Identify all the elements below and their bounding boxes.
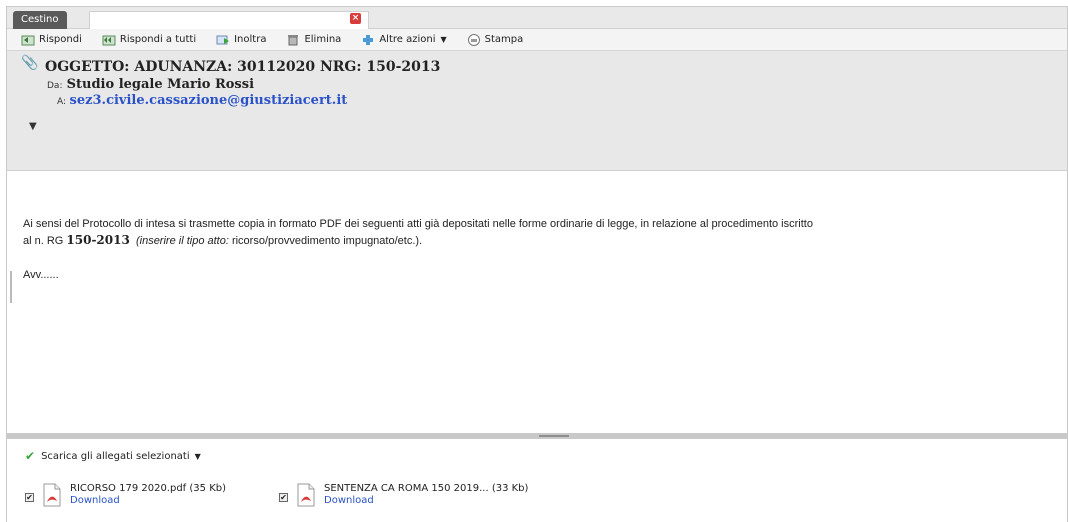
forward-label: Inoltra (234, 34, 267, 45)
body-prefix: al n. RG (23, 235, 67, 247)
message-header: 📎 OGGETTO: ADUNANZA: 30112020 NRG: 150-2… (7, 51, 1067, 171)
tab-bar: Cestino × (7, 7, 1067, 29)
checkmark-icon: ✔ (25, 449, 36, 463)
reply-all-button[interactable]: Rispondi a tutti (102, 31, 196, 49)
to-line: A: sez3.civile.cassazione@giustiziacert.… (57, 93, 347, 108)
delete-button[interactable]: Elimina (286, 31, 341, 49)
attachment-download-link[interactable]: Download (70, 495, 226, 507)
reply-all-icon (102, 35, 116, 45)
forward-button[interactable]: Inoltra (216, 31, 266, 49)
print-button[interactable]: Stampa (467, 31, 524, 49)
paperclip-icon: 📎 (21, 55, 39, 71)
tab-message[interactable] (89, 11, 369, 29)
rg-number: 150-2013 (66, 233, 130, 247)
close-icon[interactable]: × (350, 13, 361, 24)
printer-icon (467, 33, 480, 46)
more-actions-button[interactable]: Altre azioni ▼ (361, 31, 447, 49)
reply-icon (21, 35, 35, 45)
signature: Avv...... (23, 269, 59, 281)
to-label: A: (57, 97, 67, 107)
attachment-name: SENTENZA CA ROMA 150 2019... (33 Kb) (324, 483, 529, 494)
recipient-address[interactable]: sez3.civile.cassazione@giustiziacert.it (70, 93, 348, 108)
toolbar: Rispondi Rispondi a tutti Inoltra Elimin… (7, 29, 1067, 51)
plus-icon (363, 34, 374, 45)
attachments-panel: ✔ Scarica gli allegati selezionati ▼ ✔ R… (7, 439, 1067, 522)
body-note: (inserire il tipo atto: (135, 235, 232, 247)
splitter-grip[interactable] (539, 435, 569, 437)
attachment-item: ✔ RICORSO 179 2020.pdf (35 Kb) Download (25, 483, 226, 507)
from-line: Da: Studio legale Mario Rossi (47, 77, 254, 92)
attachment-checkbox[interactable]: ✔ (25, 493, 34, 502)
pdf-icon (43, 483, 61, 507)
reply-all-label: Rispondi a tutti (119, 34, 197, 45)
message-body: Ai sensi del Protocollo di intesa si tra… (7, 171, 1067, 437)
from-label: Da: (47, 81, 63, 91)
reply-button[interactable]: Rispondi (21, 31, 82, 49)
download-selected-label: Scarica gli allegati selezionati (41, 450, 190, 462)
attachment-download-link[interactable]: Download (324, 495, 528, 507)
trash-icon (288, 34, 299, 45)
chevron-down-icon: ▼ (440, 35, 447, 44)
attachment-checkbox[interactable]: ✔ (279, 493, 288, 502)
mail-window: Cestino × Rispondi Rispondi a tutti Inol… (6, 6, 1068, 522)
resize-handle[interactable] (10, 271, 12, 303)
attachment-name: RICORSO 179 2020.pdf (35 Kb) (70, 483, 226, 494)
print-label: Stampa (484, 34, 524, 45)
body-paragraph: Ai sensi del Protocollo di intesa si tra… (23, 216, 1053, 249)
delete-label: Elimina (304, 34, 342, 45)
download-selected-button[interactable]: ✔ Scarica gli allegati selezionati ▼ (25, 449, 201, 463)
body-line-1: Ai sensi del Protocollo di intesa si tra… (23, 218, 813, 230)
reply-label: Rispondi (39, 34, 82, 45)
expand-header-icon[interactable]: ▼ (29, 121, 37, 132)
message-subject: OGGETTO: ADUNANZA: 30112020 NRG: 150-201… (45, 59, 441, 75)
sender-name[interactable]: Studio legale Mario Rossi (67, 77, 254, 92)
tab-cestino[interactable]: Cestino (13, 11, 67, 29)
pdf-icon (297, 483, 315, 507)
more-actions-label: Altre azioni (379, 34, 436, 45)
attachment-item: ✔ SENTENZA CA ROMA 150 2019... (33 Kb) D… (279, 483, 528, 507)
body-note-2: ricorso/provvedimento impugnato/etc.). (231, 235, 423, 247)
forward-icon (216, 35, 230, 44)
chevron-down-icon: ▼ (194, 451, 201, 461)
